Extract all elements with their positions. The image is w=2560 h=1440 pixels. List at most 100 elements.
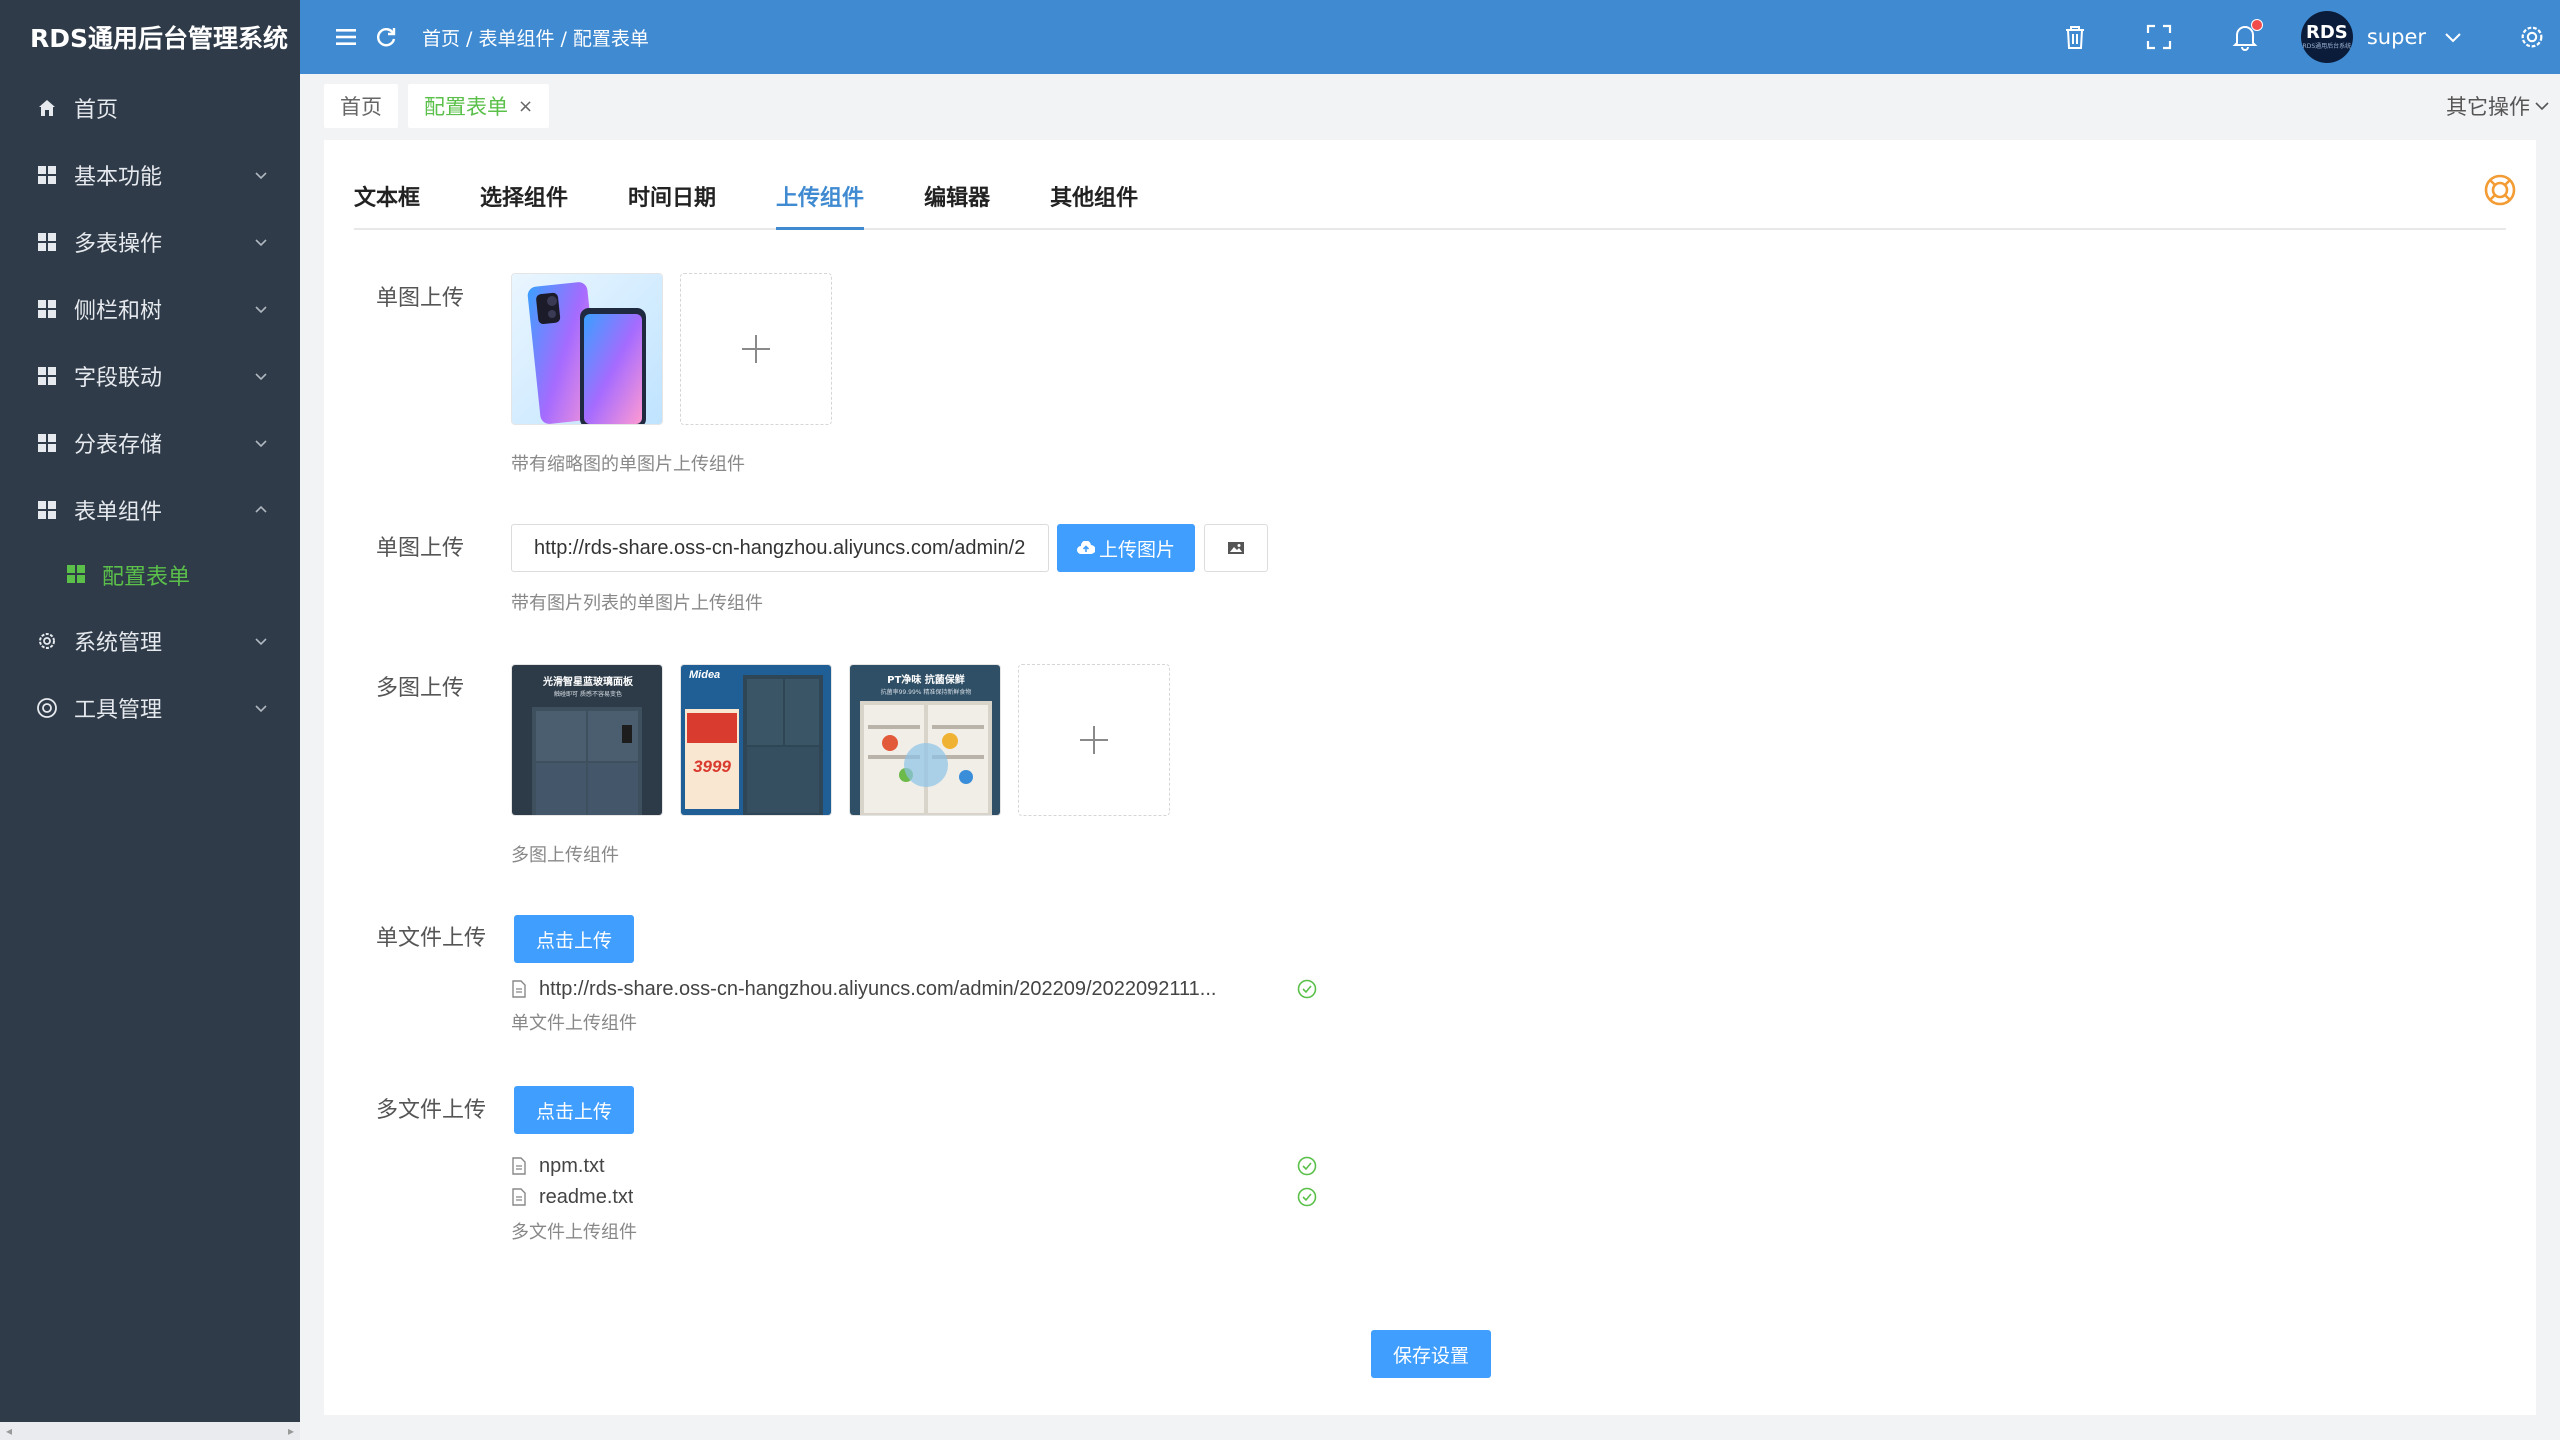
tab-home[interactable]: 首页 (324, 84, 398, 128)
chevron-down-icon[interactable] (2444, 28, 2462, 46)
sidebar-item-label: 表单组件 (74, 499, 163, 525)
top-header: 首页 / 表单组件 / 配置表单 RDS RDS通用后台系统 super (300, 0, 2560, 74)
sidebar-item-field-linkage[interactable]: 字段联动 (0, 342, 300, 409)
chevron-up-icon (255, 505, 267, 513)
tab-other[interactable]: 其他组件 (1050, 180, 1138, 228)
save-settings-button[interactable]: 保存设置 (1371, 1330, 1491, 1378)
document-icon (512, 1188, 526, 1206)
success-check-icon (1297, 1187, 1317, 1207)
uploaded-image-fridge-3[interactable]: PT净味 抗菌保鲜 抗菌率99.99% 精准保持新鲜食物 (849, 664, 1001, 816)
multi-file-upload-button[interactable]: 点击上传 (514, 1086, 634, 1134)
chevron-down-icon (255, 439, 267, 447)
sidebar-item-basic[interactable]: 基本功能 (0, 141, 300, 208)
sidebar: RDS通用后台管理系统 首页 基本功能 多表操作 侧栏和树 字段联动 分表存储 … (0, 0, 300, 1440)
multi-file-hint: 多文件上传组件 (511, 1222, 637, 1243)
settings-gear-icon[interactable] (2518, 23, 2546, 51)
breadcrumb-home[interactable]: 首页 (422, 24, 460, 51)
midea-logo: Midea (689, 669, 721, 681)
sidebar-item-multi-table[interactable]: 多表操作 (0, 208, 300, 275)
trash-icon[interactable] (2061, 23, 2089, 51)
sidebar-subitem-config-form[interactable]: 配置表单 (0, 543, 300, 607)
upload-image-button[interactable]: 上传图片 (1057, 524, 1195, 572)
sidebar-item-label: 工具管理 (74, 697, 163, 723)
fridge-3-subcaption: 抗菌率99.99% 精准保持新鲜食物 (880, 689, 972, 696)
tab-upload[interactable]: 上传组件 (776, 180, 865, 230)
close-icon[interactable]: × (518, 96, 533, 117)
breadcrumb-form-components[interactable]: / 表单组件 (466, 24, 554, 51)
tab-textbox[interactable]: 文本框 (354, 180, 420, 228)
sidebar-item-label: 多表操作 (74, 231, 163, 257)
document-icon (512, 1157, 526, 1175)
multi-file-label: 多文件上传 (376, 1098, 487, 1123)
sidebar-horizontal-scrollbar[interactable]: ◂ ▸ (0, 1422, 300, 1440)
add-image-button[interactable] (680, 273, 832, 425)
lifebuoy-icon[interactable] (2482, 172, 2518, 208)
app-title: RDS通用后台管理系统 (30, 24, 289, 53)
sidebar-item-label: 基本功能 (74, 164, 163, 190)
image-icon (1228, 542, 1244, 554)
gear-icon (36, 630, 58, 652)
sidebar-item-home[interactable]: 首页 (0, 74, 300, 141)
breadcrumb-config-form: / 配置表单 (560, 27, 649, 50)
single-image-url-hint: 带有图片列表的单图片上传组件 (511, 593, 763, 614)
file-name: readme.txt (539, 1185, 634, 1208)
avatar[interactable]: RDS RDS通用后台系统 (2300, 11, 2353, 63)
image-url-input[interactable] (511, 524, 1049, 572)
tab-datetime[interactable]: 时间日期 (628, 180, 716, 228)
single-file-label: 单文件上传 (376, 926, 487, 951)
file-list-item[interactable]: npm.txt (511, 1151, 1317, 1181)
success-check-icon (1297, 1156, 1317, 1176)
sidebar-item-label: 字段联动 (74, 365, 163, 391)
content-card: 文本框 选择组件 时间日期 上传组件 编辑器 其他组件 单图上传 带有缩略图的单… (324, 140, 2536, 1415)
add-multi-image-button[interactable] (1018, 664, 1170, 816)
grid-icon (66, 564, 88, 586)
sidebar-item-label: 系统管理 (74, 630, 163, 656)
scroll-left-icon[interactable]: ◂ (6, 1424, 12, 1438)
chevron-down-icon (255, 637, 267, 645)
grid-icon (36, 231, 58, 253)
preview-image-button[interactable] (1204, 524, 1268, 572)
menu-toggle-icon[interactable] (332, 23, 360, 51)
document-icon (512, 980, 526, 998)
scroll-right-icon[interactable]: ▸ (288, 1424, 294, 1438)
uploaded-image-fridge-1[interactable]: 光滑智星蓝玻璃面板 触碰即可 质感不容易变色 (511, 664, 663, 816)
lifebuoy-icon (36, 697, 58, 719)
home-icon (36, 97, 58, 119)
sidebar-item-tools[interactable]: 工具管理 (0, 674, 300, 741)
username[interactable]: super (2367, 25, 2426, 49)
single-image-url-label: 单图上传 (376, 536, 465, 561)
header-actions: RDS RDS通用后台系统 super (2061, 0, 2560, 74)
price-tag: 3999 (693, 757, 731, 776)
single-image-label: 单图上传 (376, 286, 465, 311)
sidebar-item-form-components[interactable]: 表单组件 (0, 476, 300, 543)
uploaded-image-phone[interactable] (511, 273, 663, 425)
single-file-upload-button[interactable]: 点击上传 (514, 915, 634, 963)
fridge-3-caption: PT净味 抗菌保鲜 (887, 675, 965, 686)
plus-icon (742, 335, 770, 363)
tab-editor[interactable]: 编辑器 (924, 180, 990, 228)
grid-icon (36, 365, 58, 387)
sidebar-item-sidebar-tree[interactable]: 侧栏和树 (0, 275, 300, 342)
sidebar-item-label: 侧栏和树 (74, 298, 163, 324)
cloud-upload-icon (1076, 541, 1095, 554)
file-list-item[interactable]: readme.txt (511, 1182, 1317, 1212)
bell-icon[interactable] (2231, 19, 2263, 51)
notification-badge (2250, 19, 2263, 31)
refresh-icon[interactable] (372, 23, 400, 51)
success-check-icon (1297, 979, 1317, 999)
component-tabs: 文本框 选择组件 时间日期 上传组件 编辑器 其他组件 (354, 140, 2506, 230)
sidebar-item-system[interactable]: 系统管理 (0, 607, 300, 674)
grid-icon (36, 164, 58, 186)
chevron-down-icon (2535, 102, 2549, 111)
sidebar-item-sharding[interactable]: 分表存储 (0, 409, 300, 476)
tab-select[interactable]: 选择组件 (480, 180, 568, 228)
chevron-down-icon (255, 171, 267, 179)
grid-icon (36, 432, 58, 454)
sidebar-item-label: 首页 (74, 97, 119, 123)
uploaded-image-fridge-2[interactable]: Midea 3999 (680, 664, 832, 816)
plus-icon (1080, 726, 1108, 754)
file-list-item[interactable]: http://rds-share.oss-cn-hangzhou.aliyunc… (511, 974, 1317, 1004)
other-operations-dropdown[interactable]: 其它操作 (2446, 91, 2550, 121)
fullscreen-icon[interactable] (2145, 23, 2173, 51)
tab-config-form[interactable]: 配置表单 × (408, 84, 550, 128)
